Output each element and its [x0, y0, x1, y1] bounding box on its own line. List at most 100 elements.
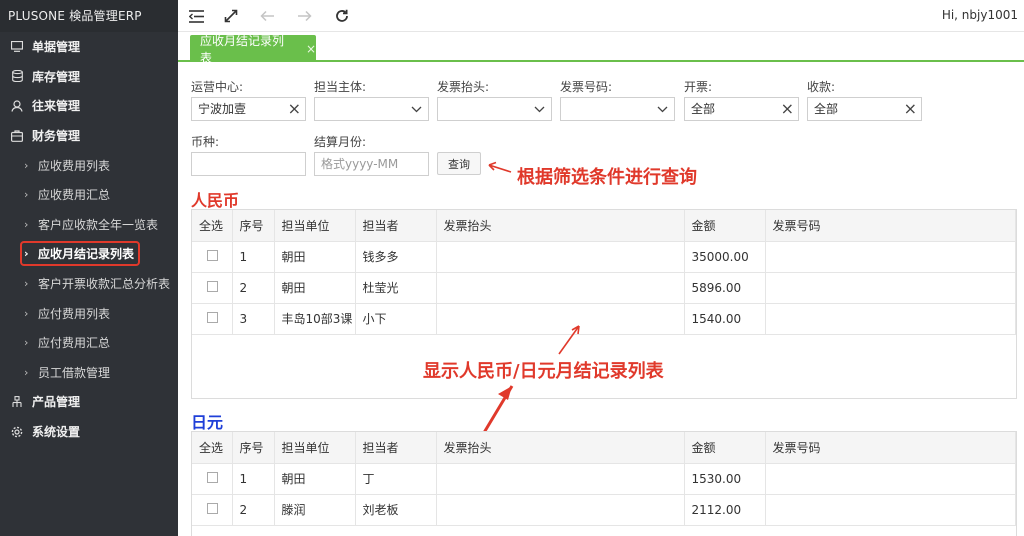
cell-seq: 1: [232, 241, 275, 273]
col-invoice-title: 发票抬头: [436, 432, 685, 464]
clear-icon[interactable]: ×: [904, 98, 917, 120]
clear-icon[interactable]: ×: [781, 98, 794, 120]
row-checkbox[interactable]: [207, 280, 218, 292]
tab-label: 应收月结记录列表: [200, 33, 285, 65]
col-amount: 金额: [684, 210, 766, 242]
owner-select[interactable]: [314, 97, 429, 121]
table-header-row: 全选 序号 担当单位 担当者 发票抬头 金额 发票号码: [192, 210, 1016, 242]
sidebar-item-receivables-summary[interactable]: › 应收费用汇总: [0, 180, 178, 210]
sub-label: 应收费用汇总: [38, 188, 111, 203]
sidebar-item-payables-summary[interactable]: › 应付费用汇总: [0, 328, 178, 358]
topbar: Hi, nbjy1001: [178, 0, 1024, 32]
invoice-no-select[interactable]: [560, 97, 675, 121]
forward-icon[interactable]: [295, 7, 313, 25]
table-row[interactable]: 1 朝田 丁 1530.00: [192, 463, 1016, 495]
col-seq: 序号: [232, 210, 275, 242]
col-amount: 金额: [684, 432, 766, 464]
query-button[interactable]: 查询: [437, 152, 481, 175]
invoiced-field[interactable]: 全部 ×: [684, 97, 799, 121]
refresh-icon[interactable]: [333, 7, 351, 25]
user-icon: [10, 99, 24, 113]
table-row[interactable]: 3 丰岛10部3课 小下 1540.00: [192, 303, 1016, 335]
currency-field[interactable]: [191, 152, 306, 176]
cell-invoice-title: [436, 272, 685, 304]
cell-amount: 1530.00: [684, 463, 766, 495]
cell-person: 钱多多: [355, 241, 437, 273]
sub-label: 客户开票收款汇总分析表: [38, 277, 171, 292]
fullscreen-icon[interactable]: [222, 7, 240, 25]
sidebar-item-monthly-settlement[interactable]: › 应收月结记录列表: [0, 239, 178, 269]
sidebar-item-payables-list[interactable]: › 应付费用列表: [0, 298, 178, 328]
user-greeting[interactable]: Hi, nbjy1001: [942, 8, 1018, 22]
cell-invoice-no: [765, 272, 1016, 304]
annotation-arrow-up: [558, 325, 580, 355]
table-row[interactable]: 2 朝田 杜莹光 5896.00: [192, 272, 1016, 304]
chevron-down-icon: [656, 99, 668, 119]
clear-icon[interactable]: ×: [288, 98, 301, 120]
cell-amount: 35000.00: [684, 241, 766, 273]
currency-label: 币种:: [191, 135, 220, 149]
tab-bar: 应收月结记录列表 ×: [178, 32, 1024, 65]
chevron-right-icon: ›: [24, 158, 29, 172]
app-brand: PLUSONE 検品管理ERP: [0, 0, 178, 32]
back-icon[interactable]: [258, 7, 276, 25]
cell-seq: 2: [232, 272, 275, 304]
received-label: 收款:: [807, 80, 836, 94]
menu-documents[interactable]: 单据管理: [0, 32, 178, 62]
col-seq: 序号: [232, 432, 275, 464]
col-select-all[interactable]: 全选: [192, 210, 233, 242]
menu-finance[interactable]: 财务管理: [0, 121, 178, 151]
col-select-all[interactable]: 全选: [192, 432, 233, 464]
cell-invoice-no: [765, 303, 1016, 335]
row-checkbox[interactable]: [207, 311, 218, 323]
sidebar-item-employee-loans[interactable]: › 员工借款管理: [0, 358, 178, 388]
menu-label: 库存管理: [32, 69, 81, 84]
cell-unit: 丰岛10部3课: [274, 303, 356, 335]
sidebar-item-receivables-list[interactable]: › 应收费用列表: [0, 150, 178, 180]
tab-monthly-settlement[interactable]: 应收月结记录列表 ×: [190, 34, 316, 65]
menu-collapse-icon[interactable]: [187, 7, 205, 25]
sidebar-item-annual-receivables[interactable]: › 客户应收款全年一览表: [0, 210, 178, 240]
select-cell: [192, 463, 233, 495]
chevron-right-icon: ›: [24, 217, 29, 231]
sidebar-item-invoice-analysis[interactable]: › 客户开票收款汇总分析表: [0, 269, 178, 299]
table-row[interactable]: 1 朝田 钱多多 35000.00: [192, 241, 1016, 273]
menu-inventory[interactable]: 库存管理: [0, 62, 178, 92]
ops-center-field[interactable]: 宁波加壹 ×: [191, 97, 306, 121]
cell-unit: 朝田: [274, 272, 356, 304]
sub-label: 应收费用列表: [38, 158, 111, 173]
chevron-right-icon: ›: [24, 277, 29, 291]
select-cell: [192, 272, 233, 304]
database-icon: [10, 69, 24, 83]
invoiced-label: 开票:: [684, 80, 713, 94]
col-invoice-title: 发票抬头: [436, 210, 685, 242]
close-icon[interactable]: ×: [306, 42, 316, 56]
col-invoice-no: 发票号码: [765, 210, 1016, 242]
row-checkbox[interactable]: [207, 471, 218, 483]
row-checkbox[interactable]: [207, 502, 218, 514]
received-field[interactable]: 全部 ×: [807, 97, 922, 121]
rmb-section-title: 人民币: [191, 191, 240, 210]
owner-label: 担当主体:: [314, 80, 367, 94]
cell-amount: 1540.00: [684, 303, 766, 335]
sub-label: 客户应收款全年一览表: [38, 217, 159, 232]
menu-label: 产品管理: [32, 395, 81, 410]
jpy-table: 全选 序号 担当单位 担当者 发票抬头 金额 发票号码 1 朝田 丁 1530.…: [191, 431, 1017, 536]
settle-month-input[interactable]: 格式yyyy-MM: [314, 152, 429, 176]
annotation-list-note: 显示人民币/日元月结记录列表: [423, 361, 664, 382]
chevron-down-icon: [533, 99, 545, 119]
invoice-title-select[interactable]: [437, 97, 552, 121]
annotation-arrow-left: [488, 161, 512, 173]
menu-products[interactable]: 产品管理: [0, 387, 178, 417]
cell-seq: 2: [232, 494, 275, 526]
menu-settings[interactable]: 系统设置: [0, 417, 178, 447]
table-row[interactable]: 2 滕润 刘老板 2112.00: [192, 494, 1016, 526]
sub-label: 员工借款管理: [38, 365, 111, 380]
menu-contacts[interactable]: 往来管理: [0, 91, 178, 121]
row-checkbox[interactable]: [207, 249, 218, 261]
jpy-section-title: 日元: [191, 413, 224, 432]
col-person: 担当者: [355, 432, 437, 464]
col-invoice-no: 发票号码: [765, 432, 1016, 464]
select-cell: [192, 494, 233, 526]
invoice-title-label: 发票抬头:: [437, 80, 490, 94]
